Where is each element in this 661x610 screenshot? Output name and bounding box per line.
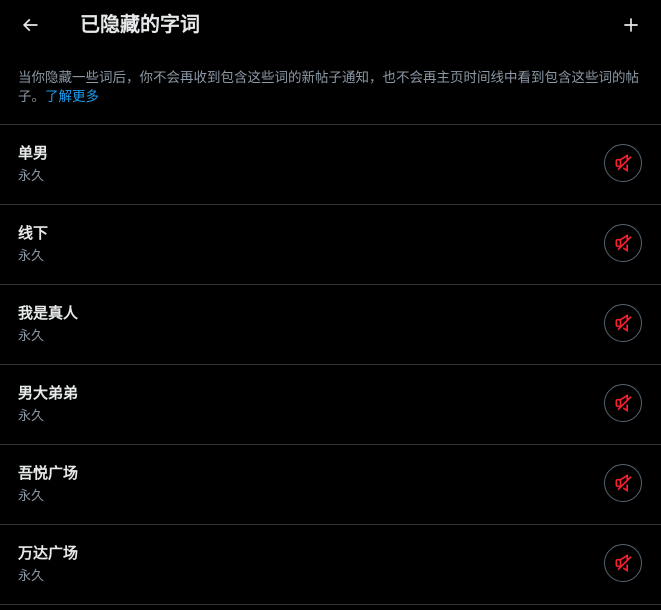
muted-word-text: 线下 bbox=[18, 224, 49, 242]
unmute-button[interactable] bbox=[604, 384, 642, 422]
speaker-muted-icon bbox=[615, 394, 632, 412]
muted-word-row[interactable]: 吾悦广场 永久 bbox=[0, 445, 661, 525]
muted-word-duration: 永久 bbox=[18, 329, 45, 344]
muted-word-row[interactable]: 线下 永久 bbox=[0, 205, 661, 285]
speaker-muted-icon bbox=[615, 314, 632, 332]
muted-word-text: 单男 bbox=[18, 144, 49, 162]
speaker-muted-icon bbox=[615, 154, 632, 172]
arrow-left-icon bbox=[22, 18, 38, 32]
speaker-muted-icon bbox=[615, 474, 632, 492]
speaker-muted-icon bbox=[615, 554, 632, 572]
muted-word-duration: 永久 bbox=[18, 249, 45, 264]
unmute-button[interactable] bbox=[604, 224, 642, 262]
back-button[interactable] bbox=[14, 9, 46, 41]
add-muted-word-button[interactable] bbox=[615, 9, 647, 41]
muted-word-row[interactable]: 万达广场 永久 bbox=[0, 525, 661, 605]
header: 已隐藏的字词 bbox=[0, 0, 661, 50]
muted-word-duration: 永久 bbox=[18, 409, 45, 424]
muted-word-duration: 永久 bbox=[18, 169, 45, 184]
muted-word-text: 万达广场 bbox=[18, 544, 79, 562]
description-text: 当你隐藏一些词后，你不会再收到包含这些词的新帖子通知，也不会再主页时间线中看到包… bbox=[18, 70, 639, 105]
page-title: 已隐藏的字词 bbox=[80, 12, 200, 36]
muted-word-text: 我是真人 bbox=[18, 304, 79, 322]
muted-word-row[interactable]: 男大弟弟 永久 bbox=[0, 365, 661, 445]
muted-word-text: 吾悦广场 bbox=[18, 464, 79, 482]
speaker-muted-icon bbox=[615, 234, 632, 252]
muted-words-list: 单男 永久 线下 永久 我是真人 永久 男大弟弟 永久 吾悦广场 永久 万达广场… bbox=[0, 125, 661, 605]
muted-word-row[interactable]: 单男 永久 bbox=[0, 125, 661, 205]
muted-word-duration: 永久 bbox=[18, 569, 45, 584]
plus-icon bbox=[624, 18, 638, 32]
unmute-button[interactable] bbox=[604, 544, 642, 582]
learn-more-link[interactable]: 了解更多 bbox=[45, 89, 99, 105]
muted-word-duration: 永久 bbox=[18, 489, 45, 504]
description: 当你隐藏一些词后，你不会再收到包含这些词的新帖子通知，也不会再主页时间线中看到包… bbox=[0, 50, 661, 125]
muted-word-text: 男大弟弟 bbox=[18, 384, 79, 402]
muted-word-row[interactable]: 我是真人 永久 bbox=[0, 285, 661, 365]
unmute-button[interactable] bbox=[604, 304, 642, 342]
unmute-button[interactable] bbox=[604, 464, 642, 502]
unmute-button[interactable] bbox=[604, 144, 642, 182]
